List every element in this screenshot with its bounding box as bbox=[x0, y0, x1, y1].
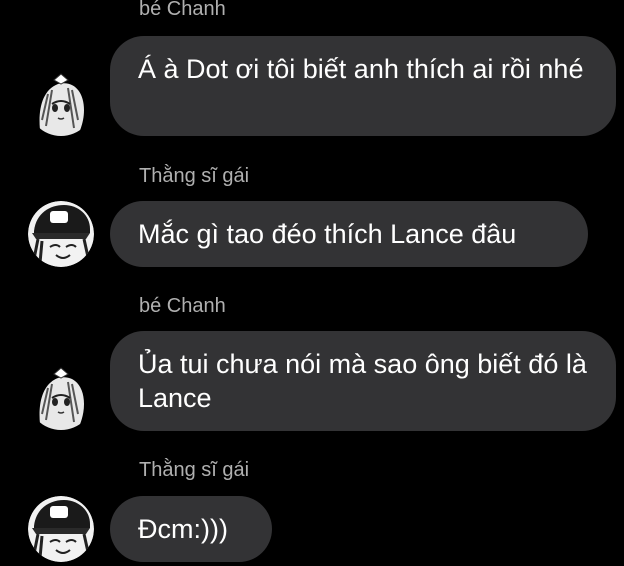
anime-boy-cap-avatar-icon[interactable] bbox=[28, 201, 94, 267]
anime-girl-avatar-icon[interactable] bbox=[28, 364, 94, 430]
message-text: Đcm:))) bbox=[138, 514, 228, 544]
message-text: Ủa tui chưa nói mà sao ông biết đó là La… bbox=[138, 349, 587, 413]
sender-name: Thằng sĩ gái bbox=[139, 459, 250, 481]
anime-girl-avatar-icon[interactable] bbox=[28, 70, 94, 136]
message-text: Á à Dot ơi tôi biết anh thích ai rồi nhé bbox=[138, 54, 584, 84]
message-bubble[interactable]: Á à Dot ơi tôi biết anh thích ai rồi nhé bbox=[110, 36, 616, 136]
sender-name: bé Chanh bbox=[139, 0, 226, 20]
message-bubble[interactable]: Ủa tui chưa nói mà sao ông biết đó là La… bbox=[110, 331, 616, 431]
sender-name: Thằng sĩ gái bbox=[139, 165, 250, 187]
anime-boy-cap-avatar-icon[interactable] bbox=[28, 496, 94, 562]
message-text: Mắc gì tao đéo thích Lance đâu bbox=[138, 219, 517, 249]
message-bubble[interactable]: Mắc gì tao đéo thích Lance đâu bbox=[110, 201, 588, 267]
message-bubble[interactable]: Đcm:))) bbox=[110, 496, 272, 562]
sender-name: bé Chanh bbox=[139, 295, 226, 317]
